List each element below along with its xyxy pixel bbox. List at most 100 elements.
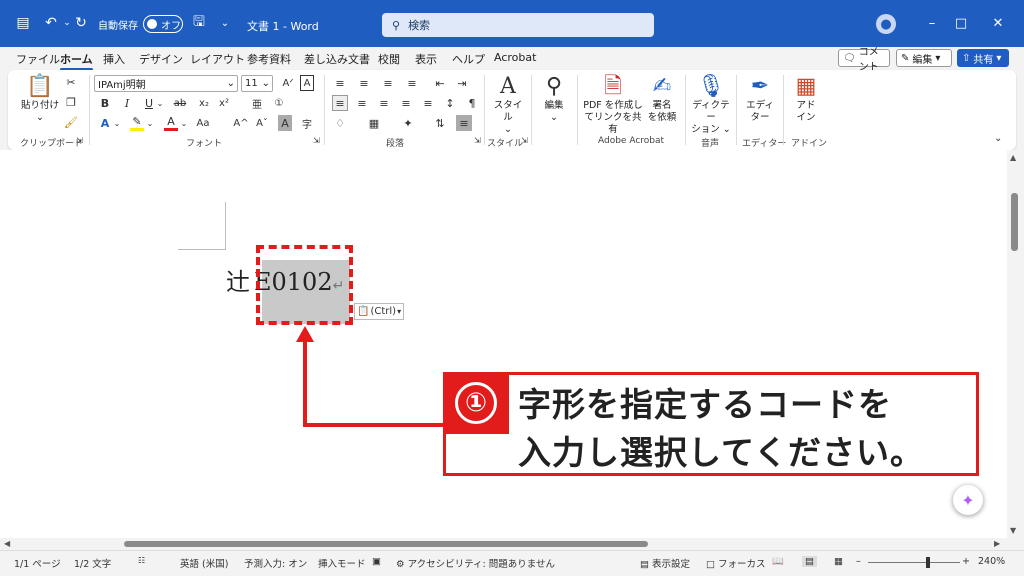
zoom-out-icon[interactable]: – (856, 556, 861, 567)
tab-acrobat[interactable]: Acrobat (494, 51, 536, 64)
furigana-icon[interactable]: 亜 (250, 95, 264, 111)
numbering-icon[interactable]: ≡ (356, 75, 372, 91)
tab-mailings[interactable]: 差し込み文書 (304, 51, 370, 67)
bullets-icon[interactable]: ≡ (332, 75, 348, 91)
cut-icon[interactable]: ✂ (64, 75, 78, 89)
align-right-icon[interactable]: ≡ (376, 95, 392, 111)
decrease-indent-icon[interactable]: ⇤ (432, 75, 448, 91)
tab-help[interactable]: ヘルプ (452, 51, 485, 67)
print-layout-icon[interactable]: ▤ (802, 556, 817, 567)
tab-references[interactable]: 参考資料 (247, 51, 291, 67)
line-spacing-icon[interactable]: ↕ (442, 95, 458, 111)
dialog-launcher-icon[interactable]: ⇲ (313, 136, 320, 145)
chevron-down-icon[interactable]: ⌄ (146, 115, 154, 131)
asian-layout-icon[interactable]: ✦ (400, 115, 416, 131)
font-name-combo[interactable]: IPAmj明朝 ⌄ (94, 75, 238, 92)
sort-icon[interactable]: ≡ (404, 75, 420, 91)
tab-view[interactable]: 表示 (415, 51, 437, 67)
align-center-icon[interactable]: ≡ (354, 95, 370, 111)
character-border-icon[interactable]: A (300, 75, 314, 91)
dictate-button[interactable]: 🎙 ディクテー ション ⌄ (690, 74, 732, 136)
font-size-combo[interactable]: 11 ⌄ (241, 75, 273, 92)
font-color-icon[interactable]: A (164, 115, 178, 131)
highlight-icon[interactable]: ✎ (130, 115, 144, 131)
customize-qat-icon[interactable]: ⌄ (216, 14, 234, 32)
word-count[interactable]: 1/2 文字 (74, 556, 111, 570)
page-count[interactable]: 1/1 ページ (14, 556, 61, 570)
multilevel-list-icon[interactable]: ≡ (380, 75, 396, 91)
document-canvas[interactable] (0, 150, 1007, 538)
predict-status[interactable]: 予測入力: オン (244, 556, 307, 570)
chevron-down-icon[interactable]: ⌄ (156, 95, 164, 111)
copy-icon[interactable]: ❐ (64, 95, 78, 109)
character-shading-icon[interactable]: A (278, 115, 292, 131)
account-avatar[interactable]: ● (876, 14, 896, 34)
bold-icon[interactable]: B (98, 95, 112, 111)
grow-font-icon[interactable]: A^ (233, 115, 248, 131)
format-painter-icon[interactable]: 🖌 (64, 115, 78, 129)
tab-layout[interactable]: レイアウト (190, 51, 245, 67)
styles-button[interactable]: A スタイル ⌄ (490, 74, 526, 136)
zoom-in-icon[interactable]: + (962, 556, 970, 567)
comment-button[interactable]: 🗨 コメント (838, 47, 890, 73)
proofing-icon[interactable]: ☷ (138, 556, 145, 565)
edit-mode-button[interactable]: ✎ 編集 ▾ (896, 49, 952, 67)
editing-button[interactable]: ⚲ 編集 ⌄ (537, 74, 571, 124)
save-icon[interactable]: 🖫 (190, 14, 208, 32)
tab-design[interactable]: デザイン (139, 51, 183, 67)
strikethrough-icon[interactable]: ab (172, 95, 188, 111)
close-icon[interactable]: ✕ (990, 15, 1006, 31)
insert-mode-status[interactable]: 挿入モード (318, 556, 366, 570)
align-left-icon[interactable]: ≡ (332, 95, 348, 111)
tab-review[interactable]: 校閲 (378, 51, 400, 67)
shading-icon[interactable]: ♢ (332, 115, 348, 131)
create-pdf-button[interactable]: 🗎 PDF を作成し てリンクを共有 (583, 74, 643, 136)
horizontal-scroll-thumb[interactable] (124, 541, 648, 547)
ribbon-collapse-icon[interactable]: ⌄ (994, 133, 1002, 144)
underline-icon[interactable]: U (142, 95, 156, 111)
display-settings-button[interactable]: ▤ 表示設定 (640, 556, 690, 570)
copilot-icon[interactable]: ✦ (952, 484, 984, 516)
paragraph-shading-icon[interactable]: ≡ (456, 115, 472, 131)
accessibility-status[interactable]: ⚙ アクセシビリティ: 問題ありません (396, 556, 555, 570)
scroll-down-icon[interactable]: ▼ (1010, 526, 1016, 535)
redo-icon[interactable]: ↻ (72, 14, 90, 32)
superscript-icon[interactable]: x² (216, 95, 232, 111)
tab-file[interactable]: ファイル (16, 51, 60, 67)
vertical-scroll-thumb[interactable] (1011, 193, 1018, 251)
shrink-font-icon[interactable]: Aˇ (255, 115, 269, 131)
tab-home[interactable]: ホーム (60, 51, 93, 71)
change-case-icon[interactable]: Aa (196, 115, 210, 131)
scroll-left-icon[interactable]: ◀ (4, 539, 10, 548)
chevron-down-icon[interactable]: ⌄ (180, 115, 188, 131)
word-menu-icon[interactable]: ▤ (14, 14, 32, 32)
read-mode-icon[interactable]: 📖 (772, 556, 784, 567)
dialog-launcher-icon[interactable]: ⇲ (521, 136, 528, 145)
language-status[interactable]: 英語 (米国) (180, 556, 228, 570)
dialog-launcher-icon[interactable]: ⇲ (474, 136, 481, 145)
clear-format-icon[interactable]: Aᐟ (281, 75, 295, 91)
chevron-down-icon[interactable]: ⌄ (113, 115, 121, 131)
request-signature-button[interactable]: ✍ 署名 を依頼 (646, 74, 678, 124)
dialog-launcher-icon[interactable]: ⇲ (76, 136, 83, 145)
paste-button[interactable]: 📋 貼り付け ⌄ (20, 74, 60, 124)
tab-insert[interactable]: 挿入 (103, 51, 125, 67)
macro-icon[interactable]: ▣ (372, 556, 381, 567)
borders-icon[interactable]: ▦ (366, 115, 382, 131)
text-direction-icon[interactable]: ⇅ (432, 115, 448, 131)
autosave-toggle[interactable]: オフ (143, 15, 183, 33)
web-layout-icon[interactable]: ▦ (834, 556, 843, 567)
enclose-character-icon[interactable]: ① (272, 95, 286, 111)
search-box[interactable]: ⚲ 検索 (382, 13, 654, 37)
maximize-icon[interactable]: □ (953, 15, 969, 31)
zoom-slider[interactable] (868, 562, 960, 563)
increase-indent-icon[interactable]: ⇥ (454, 75, 470, 91)
justify-icon[interactable]: ≡ (398, 95, 414, 111)
scroll-up-icon[interactable]: ▲ (1010, 153, 1016, 162)
italic-icon[interactable]: I (120, 95, 134, 111)
focus-button[interactable]: □ フォーカス (706, 556, 766, 570)
zoom-slider-thumb[interactable] (926, 557, 930, 568)
editor-button[interactable]: ✒ エディ ター (741, 74, 779, 124)
share-button[interactable]: ⇧ 共有 ▾ (957, 49, 1009, 67)
distributed-icon[interactable]: ≡ (420, 95, 436, 111)
